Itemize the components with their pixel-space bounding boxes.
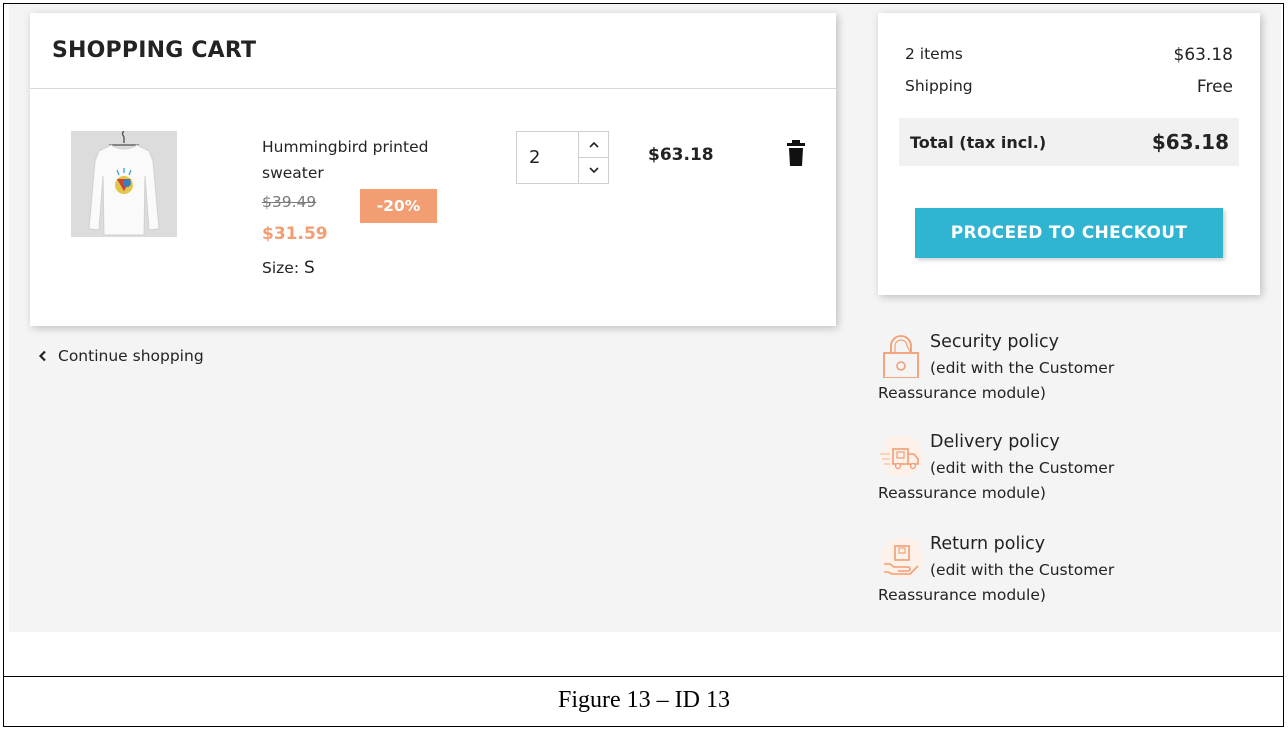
- regular-price: $39.49: [262, 193, 317, 211]
- delivery-policy-title: Delivery policy: [930, 432, 1060, 452]
- discounted-price: $31.59: [262, 224, 328, 244]
- size-label: Size:: [262, 259, 300, 277]
- discount-badge: -20%: [360, 189, 437, 223]
- total-label: Total (tax incl.): [910, 132, 1047, 152]
- delivery-policy-note-cont: Reassurance module): [878, 484, 1046, 502]
- figure-caption: Figure 13 – ID 13: [558, 687, 730, 713]
- sweater-image: [71, 131, 177, 237]
- shopping-cart-panel: SHOPPING CART Hummingbird printed sweate…: [30, 13, 836, 326]
- quantity-input[interactable]: [517, 132, 578, 183]
- security-policy-note-cont: Reassurance module): [878, 384, 1046, 402]
- security-policy-note: (edit with the Customer: [930, 359, 1115, 377]
- return-policy-note-cont: Reassurance module): [878, 586, 1046, 604]
- chevron-up-icon: [588, 141, 599, 148]
- quantity-increase-button[interactable]: [579, 132, 608, 157]
- shipping-value: Free: [1196, 77, 1233, 97]
- summary-shipping-row: Shipping Free: [905, 77, 1233, 97]
- chevron-left-icon: [38, 350, 46, 362]
- trash-icon: [787, 140, 805, 166]
- truck-icon: [880, 435, 923, 477]
- return-policy-note: (edit with the Customer: [930, 561, 1115, 579]
- caption-divider: [3, 676, 1284, 677]
- security-policy-title: Security policy: [930, 332, 1059, 352]
- items-count-label: 2 items: [905, 45, 963, 63]
- remove-item-button[interactable]: [786, 140, 806, 166]
- quantity-stepper: [516, 131, 609, 184]
- continue-shopping-label: Continue shopping: [58, 347, 204, 365]
- product-image[interactable]: [71, 131, 177, 237]
- lock-icon: [883, 335, 919, 378]
- return-policy-title: Return policy: [930, 534, 1046, 554]
- summary-total-row: Total (tax incl.) $63.18: [899, 118, 1239, 166]
- items-subtotal: $63.18: [1173, 45, 1233, 65]
- quantity-buttons: [578, 132, 608, 183]
- line-total-price: $63.18: [648, 145, 714, 165]
- shipping-label: Shipping: [905, 77, 973, 95]
- summary-items-row: 2 items $63.18: [905, 45, 1233, 65]
- product-name-link[interactable]: Hummingbird printed sweater: [262, 134, 482, 186]
- cart-title: SHOPPING CART: [52, 38, 257, 63]
- quantity-decrease-button[interactable]: [579, 157, 608, 183]
- size-value: S: [303, 258, 315, 278]
- cart-divider: [30, 88, 836, 89]
- return-box-icon: [881, 537, 923, 579]
- size-attribute: Size: S: [262, 258, 315, 278]
- continue-shopping-link[interactable]: Continue shopping: [38, 347, 204, 365]
- total-value: $63.18: [1151, 130, 1229, 154]
- cart-summary-panel: 2 items $63.18 Shipping Free Total (tax …: [878, 13, 1260, 295]
- chevron-down-icon: [588, 167, 599, 174]
- proceed-to-checkout-button[interactable]: PROCEED TO CHECKOUT: [915, 208, 1223, 258]
- delivery-policy-note: (edit with the Customer: [930, 459, 1115, 477]
